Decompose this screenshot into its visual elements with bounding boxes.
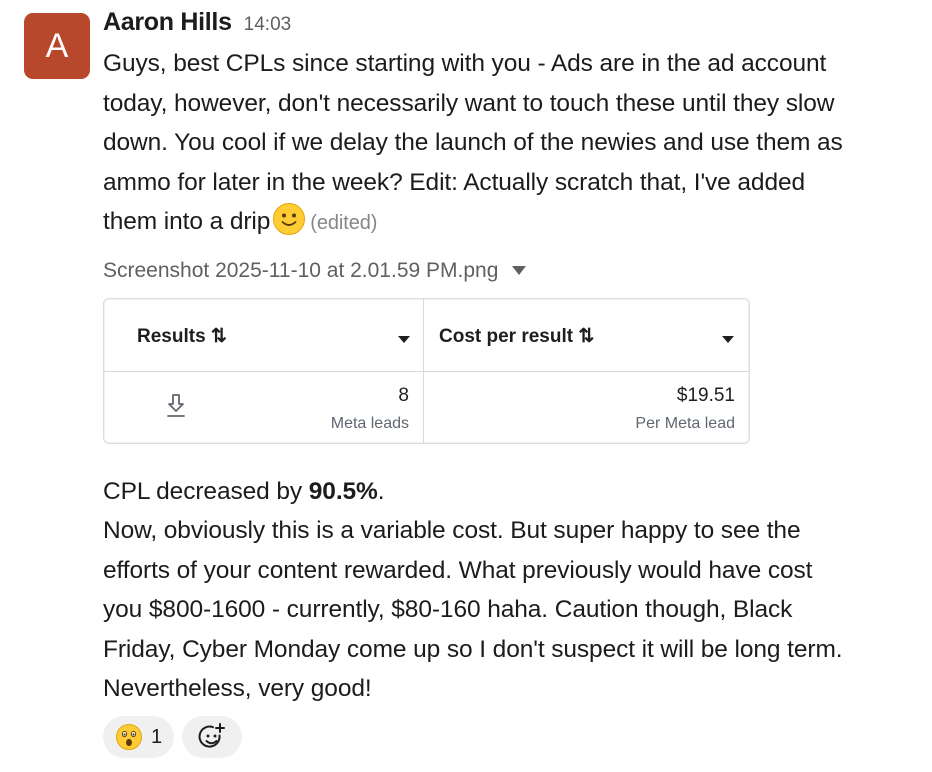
message-line: efforts of your content rewarded. What p… [103,556,813,584]
add-reaction-button[interactable] [182,716,243,758]
message-line-text: them into a drip [103,208,271,235]
reactions-bar: 1 [103,716,243,758]
reaction-count: 1 [151,725,163,748]
file-name-row[interactable]: Screenshot 2025-11-10 at 2.01.59 PM.png [103,256,923,286]
slightly-smiling-face-icon [273,203,306,235]
message-line: CPL decreased by 90.5%. [103,472,923,512]
message-line: you $800-1600 - currently, $80-160 haha.… [103,596,793,623]
file-name[interactable]: Screenshot 2025-11-10 at 2.01.59 PM.png [103,259,498,283]
cost-per-result-value: $19.51 [676,384,735,406]
message-line: Guys, best CPLs since starting with you … [103,50,827,77]
avatar-letter: A [45,26,69,65]
message-header: Aaron Hills 14:03 [103,8,923,44]
cpl-period: . [377,477,385,505]
download-icon [167,393,185,417]
message-text: Guys, best CPLs since starting with you … [103,44,923,244]
column-header-cost-per-result: Cost per result ⇅ [439,325,595,347]
message-line: Nevertheless, very good! [103,675,372,702]
results-value: 8 [398,384,409,406]
image-attachment[interactable]: Results ⇅ Cost per result ⇅ 8 Meta leads… [103,297,750,444]
caret-down-icon [398,335,410,343]
cpl-percent: 90.5% [308,477,378,505]
results-sub: Meta leads [330,414,409,432]
sender-name[interactable]: Aaron Hills [103,8,232,37]
chevron-down-icon[interactable] [512,266,527,275]
table-divider [423,298,424,443]
message-content: Aaron Hills 14:03 Guys, best CPLs since … [103,8,923,709]
message: A Aaron Hills 14:03 Guys, best CPLs sinc… [0,0,932,772]
edited-label: (edited) [310,212,378,234]
reaction-astonished[interactable]: 1 [103,716,175,758]
message-line: ammo for later in the week? Edit: Actual… [103,168,806,196]
message-line: today, however, don't necessarily want t… [103,89,835,117]
cpl-text: CPL decreased by [103,477,309,505]
column-header-results: Results ⇅ [137,325,227,347]
cost-per-result-sub: Per Meta lead [635,414,735,432]
message-line: down. You cool if we delay the launch of… [103,129,843,156]
message-line: Friday, Cyber Monday come up so I don't … [103,635,843,663]
message-line: Now, obviously this is a variable cost. … [103,517,801,544]
add-reaction-icon [198,723,226,748]
avatar[interactable]: A [24,13,90,79]
message-timestamp[interactable]: 14:03 [244,14,292,36]
astonished-face-icon [116,724,142,750]
caret-down-icon [722,335,734,343]
message-body-text: CPL decreased by 90.5%. Now, obviously t… [103,472,923,709]
message-line-last: them into a drip (edited) [103,202,923,244]
